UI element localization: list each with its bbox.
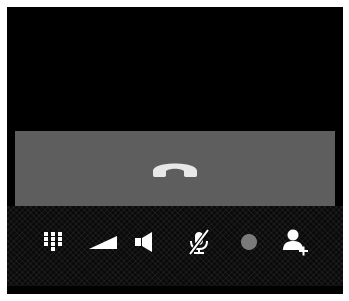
speaker-icon xyxy=(134,231,156,253)
record-dot-icon xyxy=(240,233,258,251)
dialpad-icon xyxy=(44,232,62,252)
speaker-button[interactable] xyxy=(131,228,159,256)
dialpad-button[interactable] xyxy=(39,228,67,256)
volume-level-button[interactable] xyxy=(87,228,121,256)
mute-button[interactable] xyxy=(185,228,213,256)
phone-hangup-icon xyxy=(150,156,200,182)
microphone-muted-icon xyxy=(187,229,211,255)
volume-level-icon xyxy=(89,234,119,250)
add-contact-icon xyxy=(282,228,310,256)
record-button[interactable] xyxy=(235,228,263,256)
call-window xyxy=(7,7,343,294)
call-toolbar xyxy=(7,206,343,286)
add-contact-button[interactable] xyxy=(282,228,310,256)
hang-up-button[interactable] xyxy=(15,131,335,206)
